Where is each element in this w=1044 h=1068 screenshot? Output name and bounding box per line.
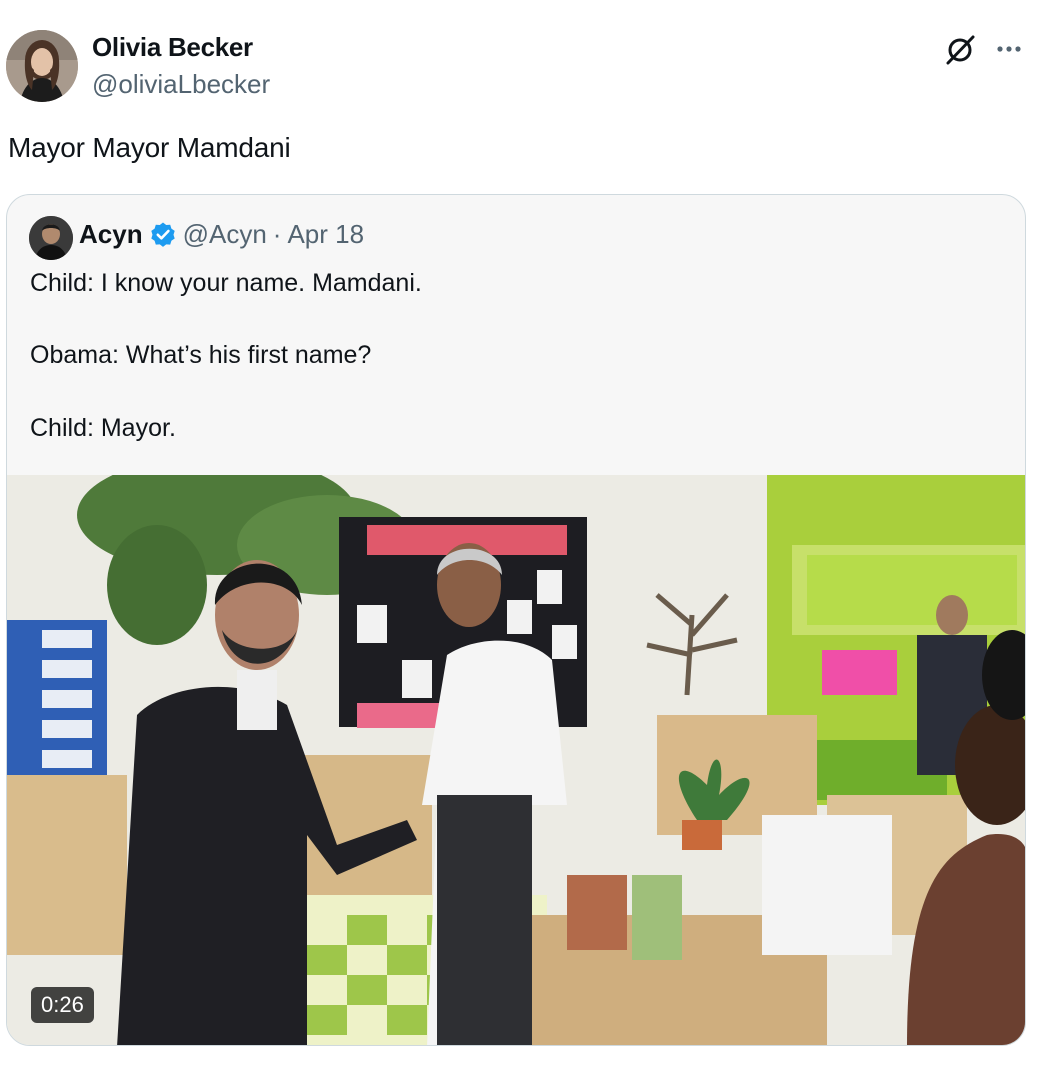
quoted-text-line: Child: I know your name. Mamdani. (30, 269, 422, 297)
author-avatar[interactable] (6, 30, 78, 102)
verified-badge-icon (150, 222, 175, 247)
video-player[interactable]: 0:26 (7, 475, 1025, 1045)
quoted-author-avatar[interactable] (29, 216, 73, 260)
quoted-text-line: Obama: What’s his first name? (30, 341, 372, 369)
more-icon[interactable] (996, 44, 1022, 54)
quoted-author-handle[interactable]: @Acyn (183, 219, 267, 250)
video-duration-badge: 0:26 (31, 987, 94, 1023)
grok-icon[interactable] (944, 34, 976, 66)
author-name[interactable]: Olivia Becker (92, 32, 253, 63)
quoted-tweet-header: Acyn @Acyn · Apr 18 (79, 219, 364, 250)
quoted-tweet-card[interactable]: Acyn @Acyn · Apr 18 Child: I know your n… (6, 194, 1026, 1046)
header-separator: · (272, 219, 282, 249)
quoted-text-line: Child: Mayor. (30, 414, 176, 442)
tweet-text: Mayor Mayor Mamdani (8, 132, 291, 163)
quoted-tweet-date[interactable]: Apr 18 (287, 219, 364, 250)
quoted-author-name[interactable]: Acyn (79, 219, 143, 250)
author-handle[interactable]: @oliviaLbecker (92, 69, 270, 100)
video-thumbnail (7, 475, 1025, 1045)
